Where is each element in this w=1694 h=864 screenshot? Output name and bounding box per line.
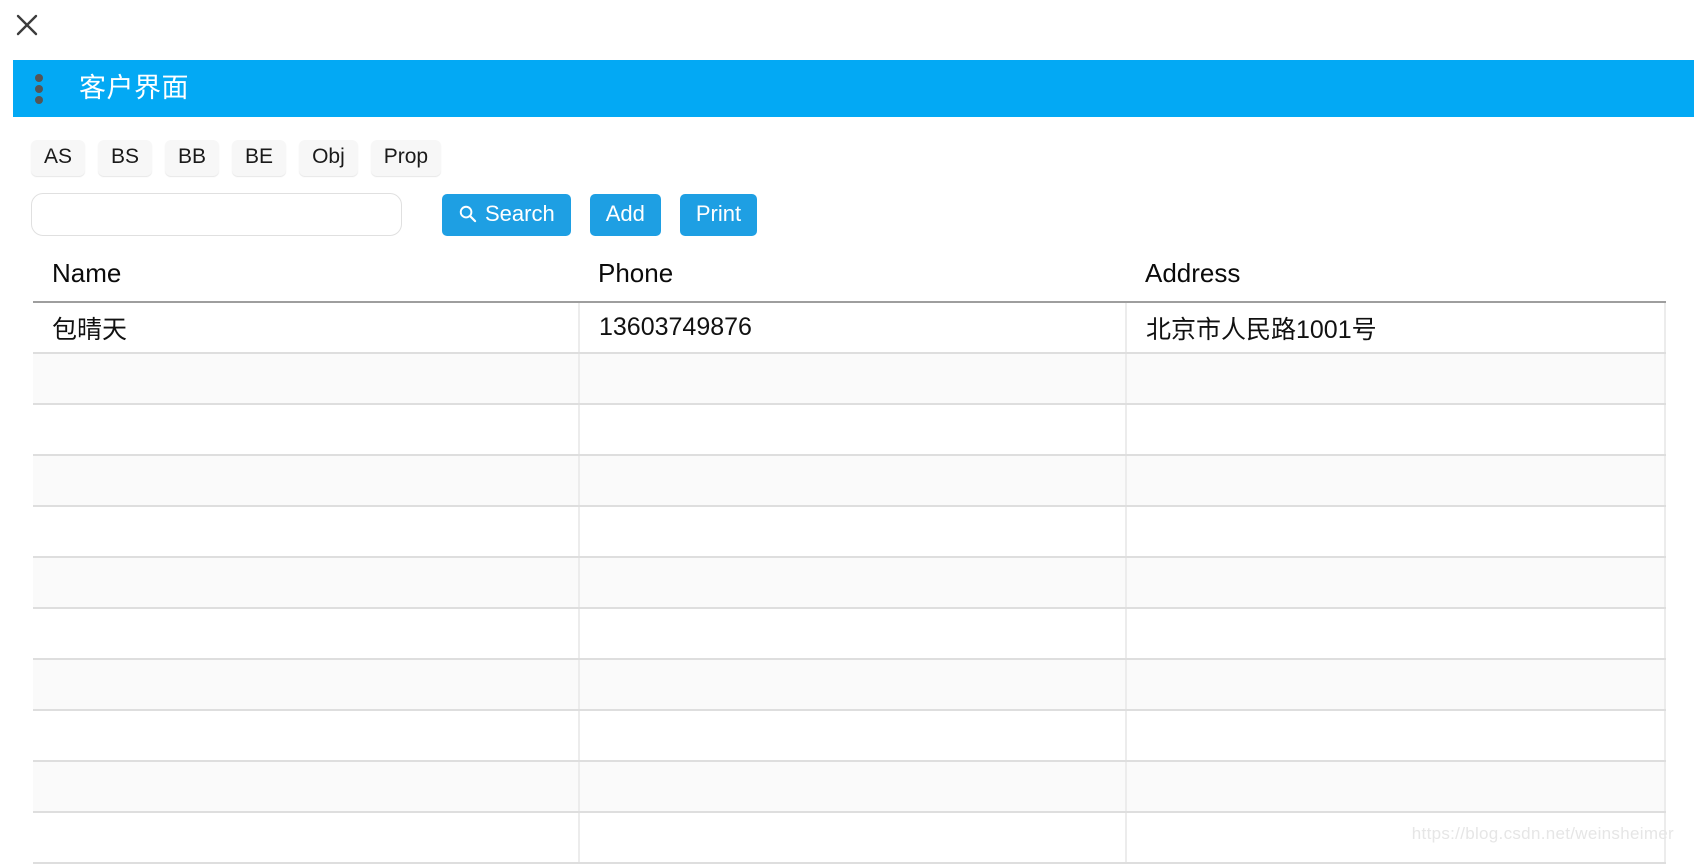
- cell-name[interactable]: 包晴天: [33, 302, 580, 355]
- cell-phone[interactable]: [579, 761, 1127, 814]
- cell-phone[interactable]: 13603749876: [579, 302, 1127, 355]
- print-button-label: Print: [695, 200, 742, 226]
- search-button-label: Search: [485, 200, 555, 226]
- table-header-row: Name Phone Address: [33, 258, 1665, 304]
- menu-dot: [35, 73, 43, 82]
- cell-name[interactable]: [33, 812, 580, 864]
- table-row[interactable]: [33, 404, 1666, 457]
- customer-table-container: Name Phone Address 包晴天 13603749876 北京市人民路1…: [33, 258, 1666, 864]
- add-button[interactable]: Add: [589, 193, 661, 236]
- page-title: 客户界面: [79, 73, 189, 103]
- overflow-menu-icon[interactable]: [35, 72, 57, 106]
- tab-strip: AS BS BB BE Obj Prop: [0, 140, 1694, 177]
- table-body: 包晴天 13603749876 北京市人民路1001号: [33, 302, 1666, 864]
- cell-phone[interactable]: [579, 608, 1127, 661]
- column-header-address[interactable]: Address: [1126, 258, 1665, 304]
- cell-address[interactable]: [1126, 761, 1666, 814]
- cell-name[interactable]: [33, 659, 580, 712]
- table-row[interactable]: [33, 608, 1666, 661]
- cell-phone[interactable]: [579, 506, 1127, 559]
- cell-address[interactable]: [1126, 353, 1666, 406]
- table-row[interactable]: [33, 710, 1666, 763]
- app-header-bar: 客户界面: [13, 60, 1694, 117]
- column-header-name[interactable]: Name: [33, 258, 579, 304]
- table-row[interactable]: [33, 761, 1666, 814]
- cell-name[interactable]: [33, 557, 580, 610]
- cell-address[interactable]: [1126, 506, 1666, 559]
- cell-name[interactable]: [33, 761, 580, 814]
- table-row[interactable]: [33, 455, 1666, 508]
- add-button-label: Add: [605, 200, 645, 226]
- close-icon[interactable]: [12, 10, 42, 40]
- cell-address[interactable]: [1126, 710, 1666, 763]
- cell-address[interactable]: [1126, 404, 1666, 457]
- column-header-phone[interactable]: Phone: [579, 258, 1126, 304]
- tab-bb[interactable]: BB: [165, 140, 220, 177]
- cell-address[interactable]: [1126, 608, 1666, 661]
- cell-name[interactable]: [33, 455, 580, 508]
- search-toolbar: Search Add Print: [0, 193, 1694, 237]
- tab-bs[interactable]: BS: [98, 140, 153, 177]
- cell-phone[interactable]: [579, 557, 1127, 610]
- action-button-group: Search Add Print: [442, 193, 758, 236]
- table-row[interactable]: [33, 659, 1666, 712]
- table-row[interactable]: [33, 557, 1666, 610]
- customer-table: Name Phone Address 包晴天 13603749876 北京市人民路1…: [33, 258, 1666, 864]
- cell-name[interactable]: [33, 353, 580, 406]
- cell-name[interactable]: [33, 404, 580, 457]
- table-row[interactable]: 包晴天 13603749876 北京市人民路1001号: [33, 302, 1666, 355]
- tab-be[interactable]: BE: [232, 140, 287, 177]
- cell-phone[interactable]: [579, 353, 1127, 406]
- tab-prop[interactable]: Prop: [370, 140, 442, 177]
- watermark: https://blog.csdn.net/weinsheimer: [1411, 824, 1674, 843]
- menu-dot: [35, 95, 43, 104]
- table-row[interactable]: [33, 506, 1666, 559]
- table-row[interactable]: [33, 353, 1666, 406]
- cell-phone[interactable]: [579, 659, 1127, 712]
- cell-name[interactable]: [33, 710, 580, 763]
- cell-name[interactable]: [33, 608, 580, 661]
- cell-name[interactable]: [33, 506, 580, 559]
- cell-address[interactable]: [1126, 455, 1666, 508]
- window-titlebar: [0, 0, 1694, 50]
- table-header: Name Phone Address: [33, 258, 1665, 304]
- tab-obj[interactable]: Obj: [299, 140, 358, 177]
- cell-address[interactable]: [1126, 659, 1666, 712]
- cell-address[interactable]: [1126, 557, 1666, 610]
- print-button[interactable]: Print: [679, 193, 758, 236]
- search-icon: [458, 204, 477, 223]
- cell-phone[interactable]: [579, 404, 1127, 457]
- cell-phone[interactable]: [579, 710, 1127, 763]
- menu-dot: [35, 84, 43, 93]
- cell-address[interactable]: 北京市人民路1001号: [1126, 302, 1666, 355]
- search-button[interactable]: Search: [442, 193, 571, 236]
- cell-phone[interactable]: [579, 455, 1127, 508]
- tab-as[interactable]: AS: [31, 140, 86, 177]
- cell-phone[interactable]: [579, 812, 1127, 864]
- search-input[interactable]: [31, 193, 402, 237]
